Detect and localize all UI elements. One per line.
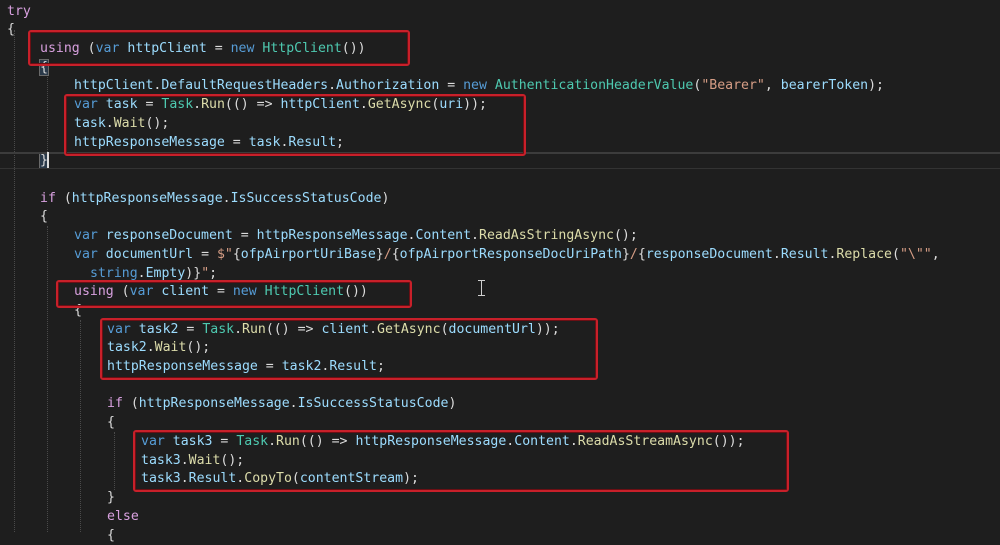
code-token: Replace xyxy=(836,247,892,262)
mouse-ibeam-cursor-icon xyxy=(477,280,486,296)
highlight-box-task2-block xyxy=(100,318,598,380)
code-token: = xyxy=(439,78,464,93)
code-token: "Bearer" xyxy=(701,78,765,93)
code-line[interactable]: { xyxy=(107,526,115,545)
code-line[interactable]: { xyxy=(107,413,115,432)
code-editor[interactable]: try{using (var httpClient = new HttpClie… xyxy=(0,0,1000,543)
code-token: Empty xyxy=(145,266,186,281)
code-token: . xyxy=(328,78,337,93)
code-token: { xyxy=(391,247,400,262)
code-token: Authorization xyxy=(336,78,440,93)
code-token: ofpAirportResponseDocUriPath xyxy=(399,247,622,262)
code-token: ) xyxy=(381,191,390,206)
code-token: / xyxy=(629,247,638,262)
indent-guide-line xyxy=(14,30,15,532)
code-token: ; xyxy=(209,266,218,281)
code-token: try xyxy=(7,4,31,19)
code-token: httpClient xyxy=(74,78,154,93)
code-token: = xyxy=(232,228,257,243)
code-token: } xyxy=(107,490,115,505)
code-token: if xyxy=(107,396,123,411)
indent-guide-line xyxy=(47,72,48,152)
code-line[interactable]: try xyxy=(7,2,31,21)
highlight-box-using-client xyxy=(56,280,412,308)
code-token: , xyxy=(931,247,940,262)
code-token: bearerToken xyxy=(780,78,869,93)
code-line[interactable]: { xyxy=(40,207,48,226)
code-token: ); xyxy=(868,78,884,93)
code-line[interactable]: else xyxy=(107,507,139,526)
code-token: DefaultRequestHeaders xyxy=(161,78,329,93)
code-token: ) xyxy=(448,396,457,411)
code-line[interactable]: if (httpResponseMessage.IsSuccessStatusC… xyxy=(40,189,389,208)
code-token: httpResponseMessage xyxy=(71,191,223,206)
code-token: " xyxy=(201,266,210,281)
code-token: $" xyxy=(216,247,233,262)
code-token: documentUrl xyxy=(105,247,194,262)
highlight-box-task3-block xyxy=(133,430,789,492)
highlight-box-using-httpclient xyxy=(28,30,410,66)
code-token: { xyxy=(7,22,15,37)
code-token: "\"" xyxy=(899,247,932,262)
code-token: , xyxy=(764,78,781,93)
code-token: } xyxy=(621,247,630,262)
indent-guide-line xyxy=(47,226,48,532)
code-token: ofpAirportUriBase xyxy=(240,247,376,262)
code-token: . xyxy=(222,191,231,206)
code-token: )} xyxy=(185,266,202,281)
text-caret xyxy=(47,152,49,168)
code-token: ( xyxy=(55,191,72,206)
code-token: { xyxy=(637,247,646,262)
indent-guide-line xyxy=(114,432,115,490)
code-token: httpResponseMessage xyxy=(256,228,408,243)
code-line[interactable]: { xyxy=(7,20,15,39)
code-token: { xyxy=(107,415,115,430)
code-token: var xyxy=(74,228,98,243)
code-token: responseDocument xyxy=(645,247,773,262)
code-token: ReadAsStringAsync xyxy=(479,228,614,243)
code-token: ( xyxy=(122,396,139,411)
code-line[interactable]: var responseDocument = httpResponseMessa… xyxy=(74,226,638,245)
code-token: var xyxy=(74,247,98,262)
code-token: string xyxy=(90,266,138,281)
code-token: else xyxy=(107,509,139,524)
code-token: / xyxy=(383,247,392,262)
code-token: { xyxy=(107,528,115,543)
highlight-box-task-block xyxy=(64,94,526,156)
code-token: ( xyxy=(891,247,900,262)
indent-guide-line xyxy=(80,320,81,532)
code-token: AuthenticationHeaderValue xyxy=(494,78,694,93)
code-token: Result xyxy=(780,247,829,262)
code-token: httpResponseMessage xyxy=(138,396,290,411)
code-line[interactable]: var documentUrl = $"{ofpAirportUriBase}/… xyxy=(74,245,940,264)
code-line[interactable]: } xyxy=(107,488,115,507)
code-token: } xyxy=(375,247,384,262)
code-token: . xyxy=(772,247,781,262)
code-token: Content xyxy=(415,228,472,243)
code-line[interactable]: if (httpResponseMessage.IsSuccessStatusC… xyxy=(107,394,456,413)
code-token: IsSuccessStatusCode xyxy=(297,396,449,411)
code-token: responseDocument xyxy=(105,228,233,243)
code-token: { xyxy=(40,209,48,224)
code-token: = xyxy=(193,247,217,262)
editor-split-divider-secondary[interactable] xyxy=(0,168,1000,169)
code-token: . xyxy=(471,228,479,243)
code-token: . xyxy=(137,266,146,281)
code-token: . xyxy=(289,396,298,411)
code-token: new xyxy=(463,78,487,93)
code-token: if xyxy=(40,191,56,206)
code-line[interactable]: httpClient.DefaultRequestHeaders.Authori… xyxy=(74,76,884,95)
code-token: (); xyxy=(613,228,638,243)
code-token: IsSuccessStatusCode xyxy=(230,191,382,206)
code-token: { xyxy=(232,247,241,262)
